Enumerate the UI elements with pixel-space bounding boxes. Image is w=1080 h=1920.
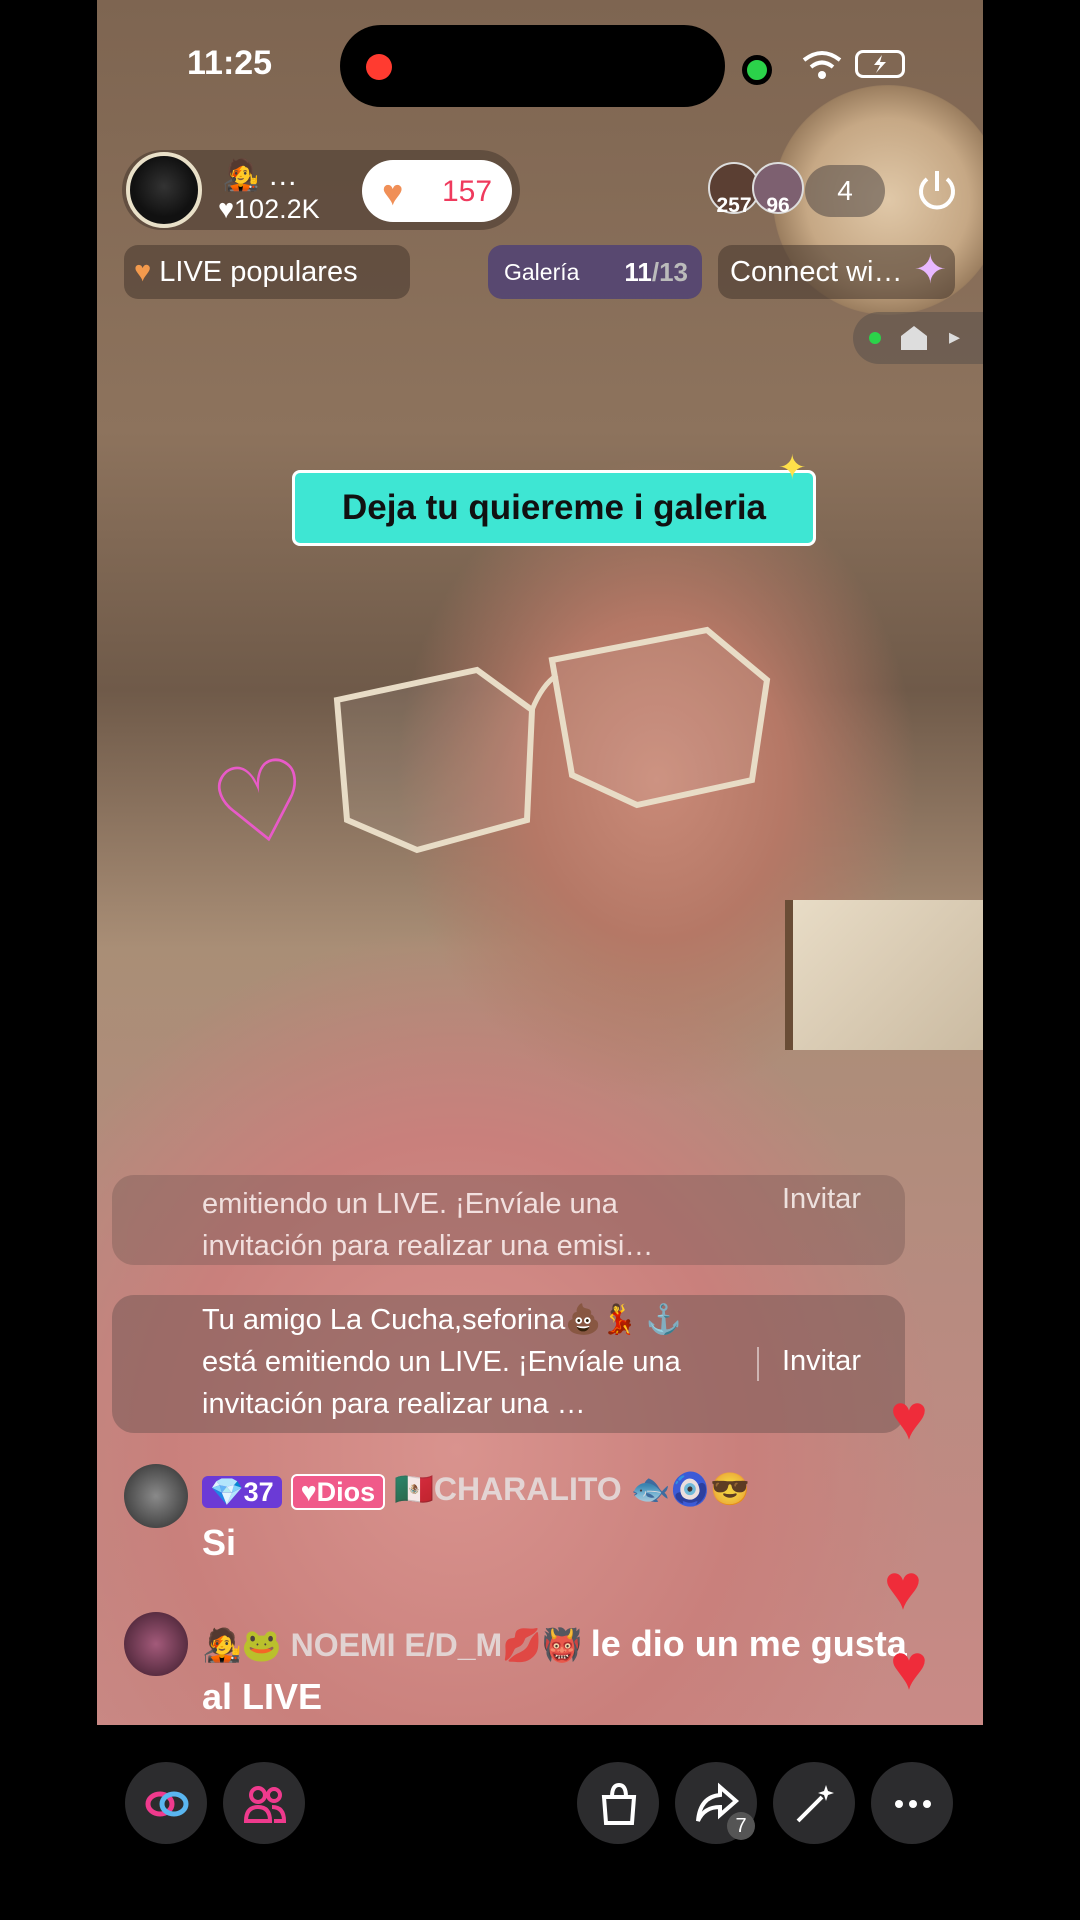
comment-text: Si: [202, 1522, 237, 1563]
clock: 11:25: [187, 44, 273, 82]
invite-notification: Tu amigo La Cucha,seforina💩💃 ⚓ está emit…: [112, 1295, 905, 1433]
like-count: 157: [442, 175, 493, 208]
host-name: 🧑‍🎤 …: [222, 159, 298, 192]
commenter-name[interactable]: 🐸 NOEMI E/D_M💋👹: [242, 1627, 582, 1663]
share-count-badge: 7: [727, 1812, 755, 1840]
like-button[interactable]: ♥ 157: [362, 160, 512, 222]
host-likes-value: 102.2K: [234, 194, 320, 224]
link-icon: [145, 1791, 189, 1817]
level-badge: 💎37: [202, 1475, 282, 1508]
status-dot-icon: [869, 332, 881, 344]
invite-button[interactable]: Invitar: [782, 1345, 861, 1378]
home-icon[interactable]: [899, 324, 929, 352]
more-dots-icon: [895, 1800, 931, 1808]
viewer-rank-badge: 257: [716, 194, 752, 217]
invite-notification: emitiendo un LIVE. ¡Envíale una invitaci…: [112, 1175, 905, 1265]
dynamic-island: [340, 25, 725, 107]
host-name-text: …: [267, 159, 298, 192]
gallery-tag[interactable]: Galería 11/13: [488, 245, 702, 299]
gallery-count: 11/13: [624, 245, 688, 299]
invite-text: emitiendo un LIVE. ¡Envíale una invitaci…: [202, 1188, 654, 1262]
shop-button[interactable]: [577, 1762, 659, 1844]
commenter-avatar[interactable]: [124, 1464, 188, 1528]
level-value: 37: [243, 1476, 274, 1507]
effects-button[interactable]: [773, 1762, 855, 1844]
magic-wand-icon: [796, 1785, 834, 1823]
live-populares-tag[interactable]: ♥ LIVE populares: [124, 245, 410, 299]
recording-dot-icon: [366, 54, 392, 80]
mini-controls[interactable]: ▸: [853, 312, 983, 364]
power-icon[interactable]: [915, 169, 959, 213]
connect-tag[interactable]: Connect wi… ✦: [718, 245, 955, 299]
sparkle-icon: ✦: [913, 248, 947, 292]
live-populares-label: LIVE populares: [159, 256, 358, 288]
link-button[interactable]: [125, 1762, 207, 1844]
comment-header: 💎37 ♥Dios 🇲🇽CHARALITO 🐟🧿😎: [202, 1470, 750, 1510]
people-icon: [243, 1786, 287, 1823]
gallery-label: Galería: [504, 259, 580, 285]
divider: [757, 1347, 759, 1381]
gallery-total: /13: [651, 257, 688, 287]
star-icon: ✦: [778, 449, 807, 487]
host-likes: ♥102.2K: [218, 194, 320, 225]
viewer-count[interactable]: 4: [805, 165, 885, 217]
bottom-toolbar: 7: [97, 1725, 983, 1920]
commenter-avatar[interactable]: [124, 1612, 188, 1676]
invite-text: Tu amigo La Cucha,seforina💩💃 ⚓ está emit…: [202, 1304, 682, 1420]
background-mirror: [785, 900, 983, 1050]
caption-sticker: Deja tu quiereme i galeria: [292, 470, 816, 546]
glasses-graphic: [333, 626, 771, 854]
more-button[interactable]: [871, 1762, 953, 1844]
invite-button[interactable]: Invitar: [782, 1183, 861, 1216]
floating-heart-icon: ♥: [890, 1381, 928, 1453]
share-button[interactable]: 7: [675, 1762, 757, 1844]
wifi-icon: [802, 51, 842, 79]
commenter-name[interactable]: 🇲🇽CHARALITO 🐟🧿😎: [394, 1471, 750, 1507]
heart-icon: ♥: [134, 256, 152, 288]
viewer-avatar[interactable]: 96: [752, 162, 804, 217]
floating-heart-icon: ♥: [884, 1551, 922, 1623]
connect-label: Connect wi…: [730, 256, 903, 288]
fan-badge-label: Dios: [316, 1476, 376, 1507]
gallery-current: 11: [624, 257, 652, 287]
status-bar: 11:25: [97, 0, 983, 130]
viewer-rank-badge: 96: [766, 194, 790, 217]
chevron-right-icon[interactable]: ▸: [949, 324, 960, 350]
host-avatar[interactable]: [126, 152, 202, 228]
battery-charging-icon: [855, 50, 905, 78]
fan-badge: ♥Dios: [290, 1473, 386, 1510]
emoji-icon: 🧑‍🎤: [202, 1627, 242, 1663]
floating-heart-icon: ♥: [890, 1631, 928, 1703]
heart-outline-icon: ♥: [218, 194, 235, 224]
heart-icon: ♥: [382, 172, 404, 213]
shopping-bag-icon: [601, 1782, 637, 1825]
camera-active-icon: [742, 55, 772, 85]
guests-button[interactable]: [223, 1762, 305, 1844]
comment-body: 🧑‍🎤🐸 NOEMI E/D_M💋👹 le dio un me gusta al…: [202, 1618, 922, 1724]
